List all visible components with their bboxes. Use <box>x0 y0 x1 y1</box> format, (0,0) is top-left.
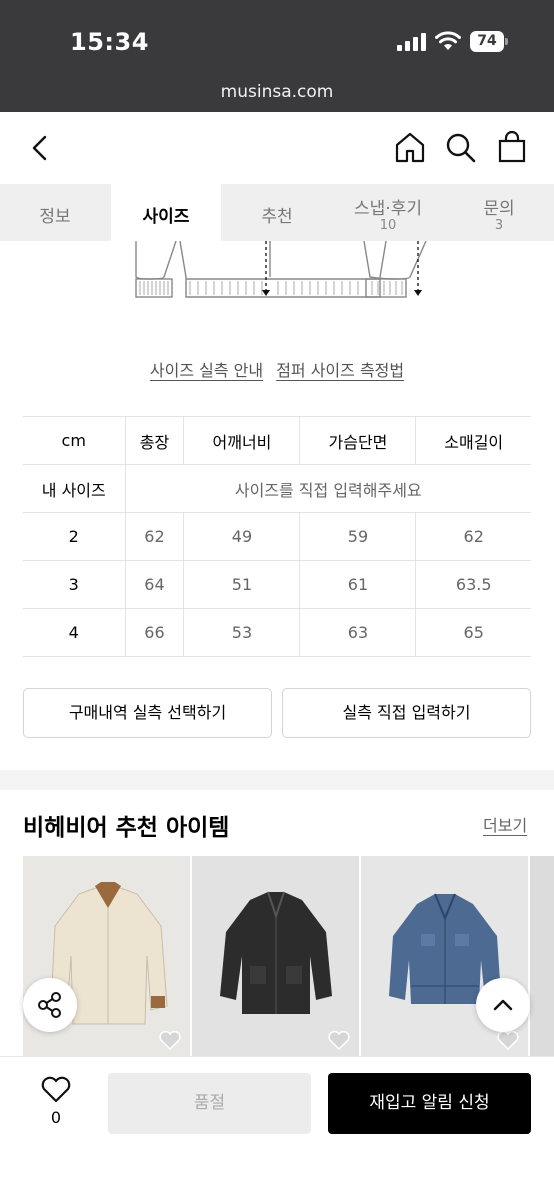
table-cell: 66 <box>124 608 184 657</box>
cart-icon[interactable] <box>497 130 527 164</box>
battery-level: 74 <box>470 31 504 52</box>
like-count: 0 <box>50 1108 62 1127</box>
table-header: 총장 <box>124 416 184 465</box>
table-cell: 59 <box>299 512 416 561</box>
recommendations-title: 비헤비어 추천 아이템 <box>23 815 230 841</box>
tab-info[interactable]: 정보 <box>0 184 110 241</box>
share-icon <box>38 992 61 1018</box>
my-size-label: 내 사이즈 <box>23 464 125 513</box>
table-row: 2 62 49 59 62 <box>23 512 531 561</box>
status-time: 15:34 <box>70 28 149 56</box>
measure-method-link[interactable]: 점퍼 사이즈 측정법 <box>276 361 404 380</box>
wifi-icon <box>435 31 461 50</box>
table-cell: 62 <box>415 512 531 561</box>
tab-snap-review-count: 10 <box>379 218 397 233</box>
size-guide-links: 사이즈 실측 안내 점퍼 사이즈 측정법 <box>0 357 554 381</box>
table-cell: 53 <box>183 608 300 657</box>
more-link[interactable]: 더보기 <box>483 812 527 836</box>
size-label: 3 <box>23 560 125 609</box>
browser-url[interactable]: musinsa.com <box>0 82 554 102</box>
table-cell: 64 <box>124 560 184 609</box>
table-cell: 63.5 <box>415 560 531 609</box>
size-label: 2 <box>23 512 125 561</box>
size-measure-diagram <box>135 241 427 298</box>
size-table: cm 총장 어깨너비 가슴단면 소매길이 내 사이즈 사이즈를 직접 입력해주세… <box>23 416 531 657</box>
select-purchase-size-button[interactable]: 구매내역 실측 선택하기 <box>23 688 272 738</box>
heart-icon[interactable] <box>158 1029 182 1051</box>
table-cell: 51 <box>183 560 300 609</box>
table-row: 4 66 53 63 65 <box>23 608 531 657</box>
table-cell: 63 <box>299 608 416 657</box>
enter-size-button[interactable]: 실측 직접 입력하기 <box>282 688 531 738</box>
sold-out-button: 품절 <box>108 1073 311 1134</box>
product-card[interactable] <box>192 856 359 1056</box>
table-cell: 65 <box>415 608 531 657</box>
signal-icon <box>397 33 426 51</box>
tab-inquiry-label: 문의 <box>483 199 515 219</box>
my-size-input[interactable]: 사이즈를 직접 입력해주세요 <box>124 464 531 513</box>
top-navigation <box>0 112 554 184</box>
table-header-unit: cm <box>23 416 125 465</box>
table-cell: 61 <box>299 560 416 609</box>
search-icon[interactable] <box>445 132 477 164</box>
chevron-up-icon <box>493 999 513 1011</box>
my-size-row[interactable]: 내 사이즈 사이즈를 직접 입력해주세요 <box>23 464 531 513</box>
table-cell: 62 <box>124 512 184 561</box>
table-cell: 49 <box>183 512 300 561</box>
tab-inquiry-count: 3 <box>494 218 504 233</box>
tab-info-label: 정보 <box>39 207 71 227</box>
tab-recommend[interactable]: 추천 <box>222 184 332 241</box>
battery-indicator: 74 <box>470 31 508 52</box>
tab-snap-review[interactable]: 스냅·후기 10 <box>333 184 443 241</box>
table-header-row: cm 총장 어깨너비 가슴단면 소매길이 <box>23 416 531 465</box>
like-heart-icon[interactable] <box>40 1075 72 1103</box>
back-icon[interactable] <box>28 134 52 162</box>
section-divider <box>0 770 554 790</box>
tab-recommend-label: 추천 <box>261 207 293 227</box>
scroll-top-button[interactable] <box>476 978 530 1032</box>
table-header: 소매길이 <box>415 416 531 465</box>
tab-size-label: 사이즈 <box>142 207 190 227</box>
heart-icon[interactable] <box>327 1029 351 1051</box>
table-header: 어깨너비 <box>183 416 300 465</box>
restock-alert-button[interactable]: 재입고 알림 신청 <box>328 1073 531 1134</box>
product-image <box>220 891 332 1014</box>
tab-snap-review-label: 스냅·후기 <box>354 199 422 219</box>
home-icon[interactable] <box>394 131 426 163</box>
actual-size-guide-link[interactable]: 사이즈 실측 안내 <box>150 361 263 380</box>
battery-nub <box>505 38 508 45</box>
table-header: 가슴단면 <box>299 416 416 465</box>
share-button[interactable] <box>23 978 77 1032</box>
status-bar: 15:34 74 musinsa.com <box>0 0 554 112</box>
tab-size[interactable]: 사이즈 <box>111 184 221 241</box>
heart-icon[interactable] <box>496 1029 520 1051</box>
size-label: 4 <box>23 608 125 657</box>
product-tabs: 정보 사이즈 추천 스냅·후기 10 문의 3 <box>0 184 554 241</box>
tab-inquiry[interactable]: 문의 3 <box>444 184 554 241</box>
table-row: 3 64 51 61 63.5 <box>23 560 531 609</box>
product-card[interactable] <box>530 856 554 1056</box>
